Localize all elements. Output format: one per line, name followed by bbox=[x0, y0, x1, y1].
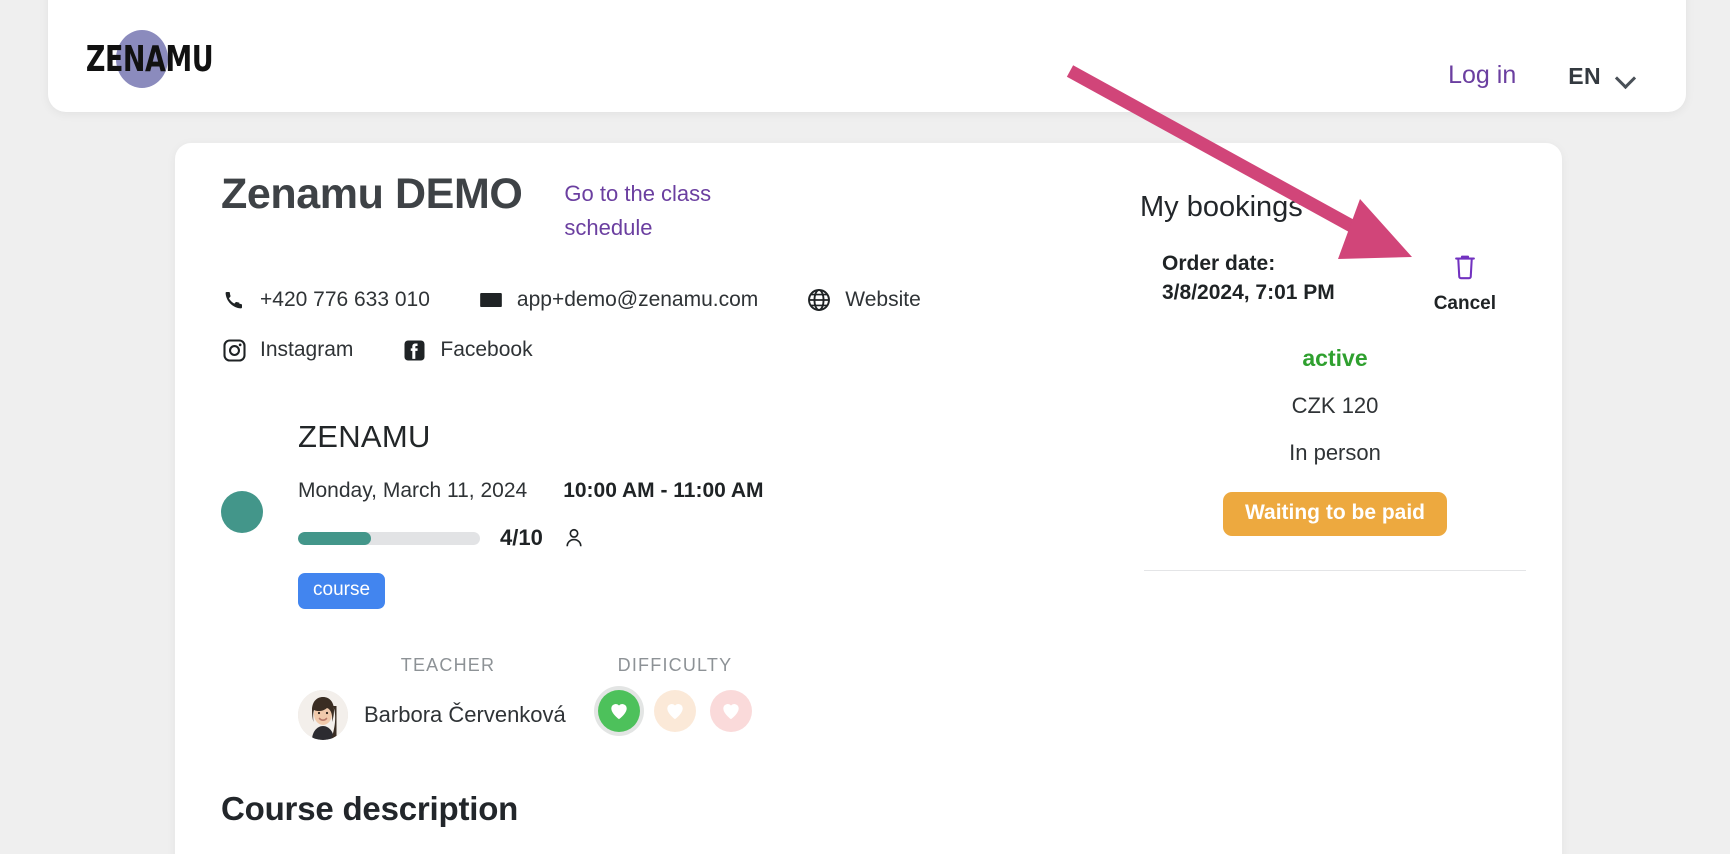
teacher-column: TEACHER Barbora Červenková bbox=[298, 655, 598, 741]
difficulty-level-3[interactable] bbox=[710, 690, 752, 733]
class-date: Monday, March 11, 2024 bbox=[298, 479, 528, 503]
website-label: Website bbox=[845, 288, 921, 312]
class-name: ZENAMU bbox=[298, 419, 431, 455]
globe-icon bbox=[806, 287, 832, 313]
teacher-name: Barbora Červenková bbox=[364, 702, 566, 728]
teacher-heading: TEACHER bbox=[400, 655, 496, 676]
teacher-row[interactable]: Barbora Červenková bbox=[298, 690, 598, 741]
contact-row: +420 776 633 010 app+demo@zenamu.com Web… bbox=[221, 287, 1081, 313]
facebook-icon bbox=[401, 337, 427, 363]
order-date-block: Order date: 3/8/2024, 7:01 PM bbox=[1162, 250, 1335, 308]
difficulty-level-1[interactable] bbox=[598, 690, 640, 733]
booking-price: CZK 120 bbox=[1291, 393, 1379, 418]
facebook-contact[interactable]: Facebook bbox=[401, 337, 533, 363]
language-selector[interactable]: EN bbox=[1568, 63, 1636, 90]
mail-icon bbox=[478, 287, 504, 313]
class-schedule: Monday, March 11, 2024 10:00 AM - 11:00 … bbox=[298, 479, 1081, 503]
cancel-booking-button[interactable]: Cancel bbox=[1434, 252, 1496, 315]
class-meta-row: TEACHER Barbora Červenková DIFFICULTY bbox=[221, 655, 1081, 741]
website-contact[interactable]: Website bbox=[806, 287, 921, 313]
language-label: EN bbox=[1568, 63, 1601, 89]
email-label: app+demo@zenamu.com bbox=[516, 288, 759, 312]
order-date-value: 3/8/2024, 7:01 PM bbox=[1162, 280, 1335, 304]
heart-icon bbox=[667, 704, 683, 720]
my-bookings-title: My bookings bbox=[1140, 191, 1303, 223]
phone-label: +420 776 633 010 bbox=[260, 288, 430, 312]
instagram-icon bbox=[221, 337, 247, 363]
difficulty-level-2[interactable] bbox=[654, 690, 696, 733]
difficulty-levels bbox=[598, 690, 752, 733]
class-type-tag[interactable]: course bbox=[298, 573, 386, 610]
chevron-down-icon bbox=[1617, 71, 1636, 82]
bookings-divider bbox=[1144, 570, 1526, 571]
booking-order-row: Order date: 3/8/2024, 7:01 PM Cancel bbox=[1140, 250, 1530, 315]
site-header: ZENAMU Log in EN bbox=[48, 0, 1686, 112]
page-title: Zenamu DEMO bbox=[221, 170, 523, 218]
phone-contact[interactable]: +420 776 633 010 bbox=[221, 287, 430, 313]
order-date-label: Order date: bbox=[1162, 252, 1276, 275]
trash-icon bbox=[1452, 252, 1478, 287]
difficulty-heading: DIFFICULTY bbox=[617, 655, 733, 676]
heart-icon bbox=[611, 704, 627, 720]
instagram-contact[interactable]: Instagram bbox=[221, 337, 353, 363]
cancel-label: Cancel bbox=[1433, 293, 1496, 314]
avatar bbox=[298, 690, 348, 741]
class-capacity: 4/10 bbox=[298, 525, 1081, 551]
person-icon bbox=[563, 526, 585, 550]
capacity-label: 4/10 bbox=[500, 525, 543, 551]
booking-format: In person bbox=[1289, 440, 1381, 465]
phone-icon bbox=[221, 287, 247, 313]
class-color-dot bbox=[221, 491, 263, 534]
difficulty-column: DIFFICULTY bbox=[598, 655, 752, 740]
login-link[interactable]: Log in bbox=[1448, 61, 1516, 90]
logo-text: ZENAMU bbox=[85, 38, 214, 80]
my-bookings-panel: My bookings Order date: 3/8/2024, 7:01 P… bbox=[1140, 191, 1530, 571]
capacity-progress-bar bbox=[298, 531, 480, 545]
studio-info-column: Zenamu DEMO Go to the class schedule +42… bbox=[221, 170, 1081, 828]
booking-status: active bbox=[1302, 345, 1368, 371]
course-description-heading: Course description bbox=[221, 790, 519, 828]
class-time: 10:00 AM - 11:00 AM bbox=[563, 479, 764, 503]
zenamu-logo[interactable]: ZENAMU bbox=[84, 28, 234, 90]
capacity-progress-fill bbox=[298, 531, 371, 545]
payment-status-badge[interactable]: Waiting to be paid bbox=[1222, 492, 1448, 536]
studio-detail-card: Zenamu DEMO Go to the class schedule +42… bbox=[175, 143, 1562, 854]
email-contact[interactable]: app+demo@zenamu.com bbox=[478, 287, 758, 313]
instagram-label: Instagram bbox=[260, 338, 354, 362]
social-row: Instagram Facebook bbox=[221, 337, 1081, 363]
title-row: Zenamu DEMO Go to the class schedule bbox=[221, 170, 1081, 245]
payment-badge-wrap: Waiting to be paid bbox=[1140, 492, 1530, 536]
go-to-class-schedule-link[interactable]: Go to the class schedule bbox=[564, 177, 754, 245]
facebook-label: Facebook bbox=[440, 338, 533, 362]
class-listing[interactable]: ZENAMU Monday, March 11, 2024 10:00 AM -… bbox=[221, 419, 1081, 610]
heart-icon bbox=[723, 704, 739, 720]
